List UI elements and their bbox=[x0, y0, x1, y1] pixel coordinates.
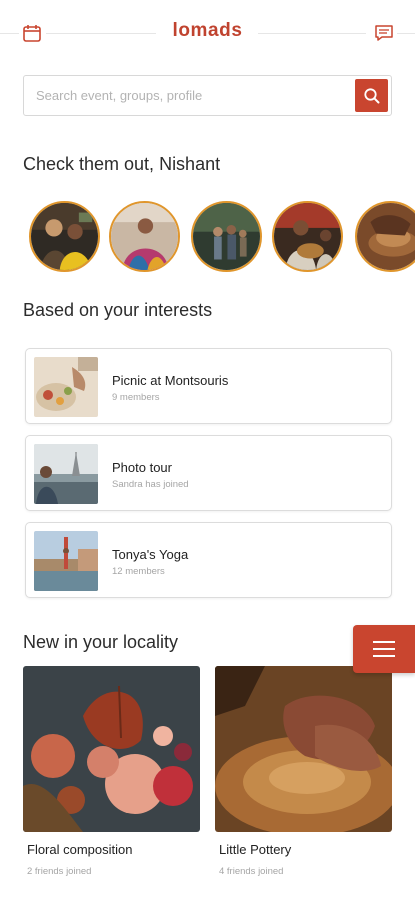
hamburger-menu-icon bbox=[373, 636, 395, 662]
interest-subtitle: 12 members bbox=[112, 566, 165, 577]
search-button[interactable] bbox=[355, 79, 388, 112]
search-input[interactable] bbox=[36, 76, 346, 115]
section-title-locality: New in your locality bbox=[23, 632, 179, 652]
locality-image bbox=[215, 666, 392, 832]
profile-carousel bbox=[29, 201, 415, 273]
interest-title: Tonya's Yoga bbox=[112, 547, 189, 562]
profile-avatar[interactable] bbox=[29, 201, 100, 272]
search-bar bbox=[23, 75, 392, 116]
interest-thumbnail bbox=[34, 357, 98, 417]
locality-subtitle: 4 friends joined bbox=[219, 866, 284, 877]
chat-icon[interactable] bbox=[371, 20, 397, 46]
locality-image bbox=[23, 666, 200, 832]
section-title-interests: Based on your interests bbox=[23, 300, 213, 320]
brand-logo: lomads bbox=[172, 20, 243, 41]
profile-avatar[interactable] bbox=[191, 201, 262, 272]
interest-thumbnail bbox=[34, 444, 98, 504]
interest-thumbnail bbox=[34, 531, 98, 591]
interest-card[interactable]: Tonya's Yoga 12 members bbox=[25, 522, 392, 598]
profile-avatar[interactable] bbox=[272, 201, 343, 272]
locality-title: Floral composition bbox=[27, 842, 133, 857]
interest-title: Picnic at Montsouris bbox=[112, 373, 229, 388]
profile-avatar[interactable] bbox=[355, 201, 415, 272]
locality-title: Little Pottery bbox=[219, 842, 292, 857]
locality-subtitle: 2 friends joined bbox=[27, 866, 92, 877]
app-header: lomads bbox=[0, 0, 415, 66]
interest-title: Photo tour bbox=[112, 460, 172, 475]
interest-card[interactable]: Picnic at Montsouris 9 members bbox=[25, 348, 392, 424]
menu-button[interactable] bbox=[353, 625, 415, 673]
search-icon bbox=[363, 87, 379, 103]
profile-avatar[interactable] bbox=[109, 201, 180, 272]
locality-card[interactable]: Floral composition 2 friends joined bbox=[23, 666, 200, 877]
interest-subtitle: Sandra has joined bbox=[112, 479, 189, 490]
locality-card[interactable]: Little Pottery 4 friends joined bbox=[215, 666, 392, 877]
section-title-check-out: Check them out, Nishant bbox=[23, 154, 221, 174]
interest-card[interactable]: Photo tour Sandra has joined bbox=[25, 435, 392, 511]
interest-subtitle: 9 members bbox=[112, 392, 160, 403]
